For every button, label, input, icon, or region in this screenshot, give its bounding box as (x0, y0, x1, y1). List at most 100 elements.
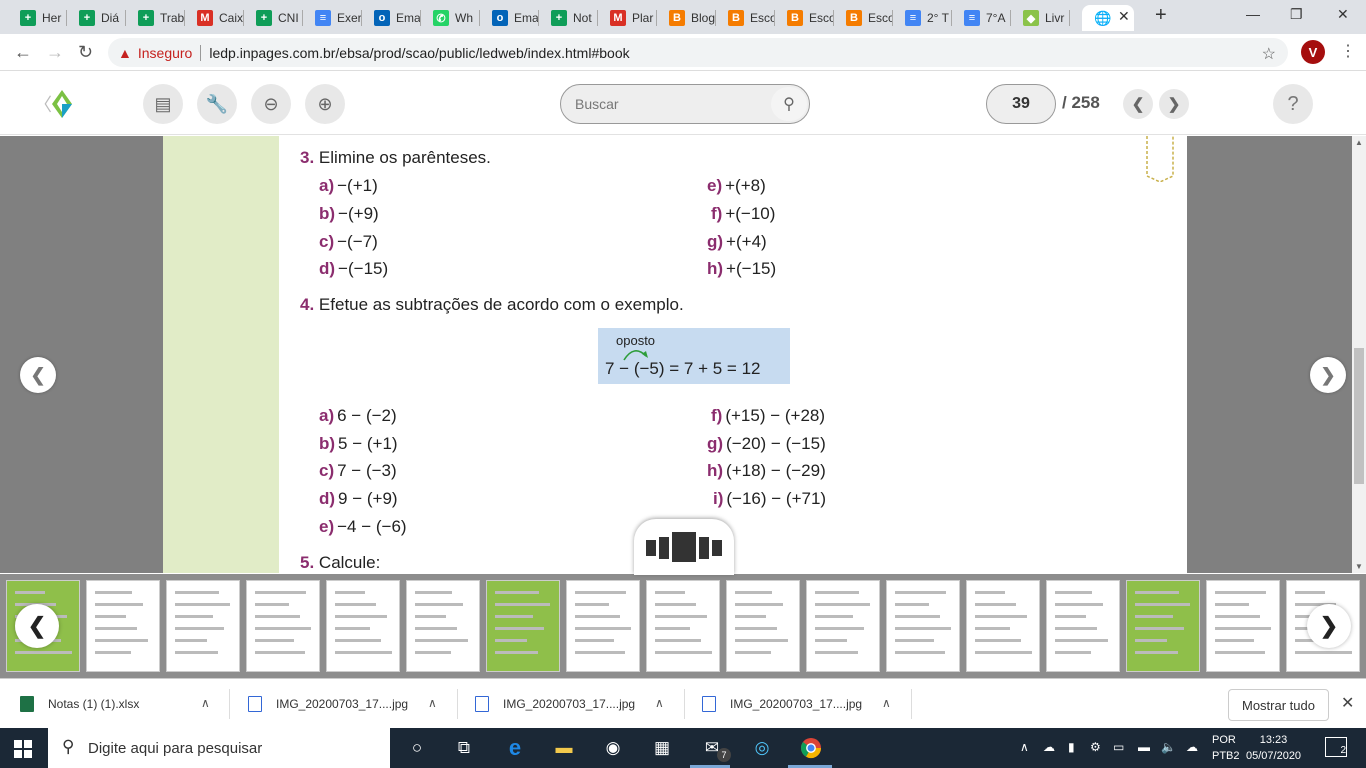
browser-tab[interactable]: ≡ 7°A (952, 5, 1011, 31)
maximize-button[interactable]: ❐ (1290, 6, 1303, 23)
microphone-icon[interactable]: ▮ (1068, 740, 1075, 754)
onedrive-icon[interactable]: ☁ (1186, 740, 1198, 754)
zoom-in-button[interactable]: ⊕ (305, 84, 345, 124)
close-window-button[interactable]: ✕ (1337, 6, 1349, 23)
browser-tab[interactable]: B Blog (657, 5, 716, 31)
thumbnails-next-button[interactable]: ❯ (1307, 604, 1351, 648)
page-thumbnail[interactable] (806, 580, 880, 672)
reload-button[interactable]: ↻ (78, 42, 93, 63)
tray-expand-icon[interactable]: ∧ (1020, 740, 1029, 754)
scroll-down-icon[interactable]: ▼ (1355, 562, 1363, 571)
vertical-scrollbar[interactable]: ▲ ▼ (1352, 136, 1366, 573)
page-thumbnail[interactable] (406, 580, 480, 672)
browser-tab[interactable]: + Diá (67, 5, 126, 31)
back-button[interactable]: ← (14, 42, 32, 63)
tray-app-icon[interactable]: ☁ (1043, 740, 1055, 754)
show-all-button[interactable]: Mostrar tudo (1228, 689, 1329, 721)
browser-tab[interactable]: B Esco (775, 5, 834, 31)
browser-tab[interactable]: B Esco (716, 5, 775, 31)
page-thumbnail[interactable] (166, 580, 240, 672)
page-thumbnail[interactable] (726, 580, 800, 672)
chevron-up-icon[interactable]: ∧ (655, 696, 664, 710)
search-icon[interactable]: ⚲ (771, 87, 807, 121)
page-thumbnail[interactable] (1046, 580, 1120, 672)
notification-center-icon[interactable]: 2 (1325, 737, 1347, 757)
page-thumbnail[interactable] (246, 580, 320, 672)
summary-button[interactable]: ▤ (143, 84, 183, 124)
obs-icon[interactable]: ◉ (601, 736, 625, 760)
scroll-thumb[interactable] (1354, 348, 1364, 484)
volume-icon[interactable]: 🔈 (1161, 740, 1176, 754)
page-thumbnail[interactable] (1126, 580, 1200, 672)
thumbnail-toggle-button[interactable] (634, 519, 734, 575)
forward-button[interactable]: → (46, 42, 64, 63)
taskbar-search-input[interactable]: ⚲ Digite aqui para pesquisar (48, 728, 390, 768)
bookmark-ribbon-icon[interactable] (1145, 136, 1175, 182)
browser-tab[interactable]: + Her (8, 5, 67, 31)
task-view-icon[interactable]: ⧉ (452, 736, 476, 760)
page-thumbnail[interactable] (886, 580, 960, 672)
browser-tab[interactable]: M Caix (185, 5, 244, 31)
zoom-out-button[interactable]: ⊖ (251, 84, 291, 124)
chrome-menu-icon[interactable]: ⋮ (1340, 41, 1356, 61)
download-item[interactable]: IMG_20200703_17....jpg ∧ (248, 679, 458, 729)
browser-tab[interactable]: ✆ Wh (421, 5, 480, 31)
chevron-up-icon[interactable]: ∧ (428, 696, 437, 710)
search-input[interactable]: Buscar ⚲ (560, 84, 810, 124)
browser-tab[interactable]: o Ema (480, 5, 539, 31)
edge-icon[interactable]: e (503, 735, 527, 760)
download-item[interactable]: IMG_20200703_17....jpg ∧ (702, 679, 912, 729)
insecure-label[interactable]: Inseguro (138, 45, 192, 61)
page-thumbnail[interactable] (566, 580, 640, 672)
minimize-button[interactable]: — (1246, 6, 1260, 22)
tools-button[interactable]: 🔧 (197, 84, 237, 124)
clock[interactable]: 13:23 05/07/2020 (1246, 732, 1301, 764)
page-thumbnail[interactable] (86, 580, 160, 672)
network-icon[interactable]: ▭ (1113, 740, 1124, 754)
browser-tab[interactable]: + Not (539, 5, 598, 31)
tray-settings-icon[interactable]: ⚙ (1090, 740, 1101, 754)
windows-start-icon[interactable] (14, 740, 32, 758)
url-text[interactable]: ledp.inpages.com.br/ebsa/prod/scao/publi… (209, 45, 629, 61)
page-thumbnail[interactable] (966, 580, 1040, 672)
tab-close-icon[interactable]: ✕ (1118, 8, 1130, 25)
download-item[interactable]: IMG_20200703_17....jpg ∧ (475, 679, 685, 729)
chrome-taskbar-icon[interactable] (799, 736, 823, 760)
store-icon[interactable]: ▦ (650, 736, 674, 760)
page-thumbnail[interactable] (646, 580, 720, 672)
cortana-icon[interactable]: ○ (405, 736, 429, 760)
scroll-up-icon[interactable]: ▲ (1355, 138, 1363, 147)
prev-page-arrow[interactable]: ❮ (20, 357, 56, 393)
page-thumbnail[interactable] (326, 580, 400, 672)
browser-tab[interactable]: ≡ Exer (303, 5, 362, 31)
help-button[interactable]: ? (1273, 84, 1313, 124)
browser-tab[interactable]: ◆ Livr (1011, 5, 1070, 31)
item-letter: h) (707, 259, 724, 278)
bookmark-star-icon[interactable]: ☆ (1262, 44, 1276, 64)
prev-page-button[interactable]: ❮ (1123, 89, 1153, 119)
page-thumbnail[interactable] (486, 580, 560, 672)
browser-tab[interactable]: + Trab (126, 5, 185, 31)
browser-tab[interactable]: M Plar (598, 5, 657, 31)
network-app-icon[interactable]: ◎ (750, 736, 774, 760)
page-thumbnail[interactable] (1206, 580, 1280, 672)
download-item[interactable]: Notas (1) (1).xlsx ∧ (20, 679, 230, 729)
chevron-up-icon[interactable]: ∧ (201, 696, 210, 710)
profile-avatar[interactable]: V (1301, 40, 1325, 64)
new-tab-button[interactable]: + (1155, 4, 1167, 27)
browser-tab[interactable]: o Ema (362, 5, 421, 31)
thumbnails-prev-button[interactable]: ❮ (15, 604, 59, 648)
chevron-up-icon[interactable]: ∧ (882, 696, 891, 710)
browser-tab[interactable]: + CNI (244, 5, 303, 31)
battery-icon[interactable]: ▬ (1138, 740, 1150, 754)
file-explorer-icon[interactable]: ▬ (552, 736, 576, 760)
browser-tab[interactable]: B Esco (834, 5, 893, 31)
omnibox[interactable]: ▲ Inseguro ledp.inpages.com.br/ebsa/prod… (108, 38, 1288, 67)
page-number-input[interactable]: 39 (986, 84, 1056, 124)
next-page-arrow[interactable]: ❯ (1310, 357, 1346, 393)
language-indicator[interactable]: POR PTB2 (1212, 732, 1240, 764)
thumbnail-text-line (1215, 639, 1254, 642)
browser-tab[interactable]: ≡ 2° T (893, 5, 952, 31)
close-download-bar-icon[interactable]: ✕ (1341, 693, 1354, 713)
next-page-button[interactable]: ❯ (1159, 89, 1189, 119)
